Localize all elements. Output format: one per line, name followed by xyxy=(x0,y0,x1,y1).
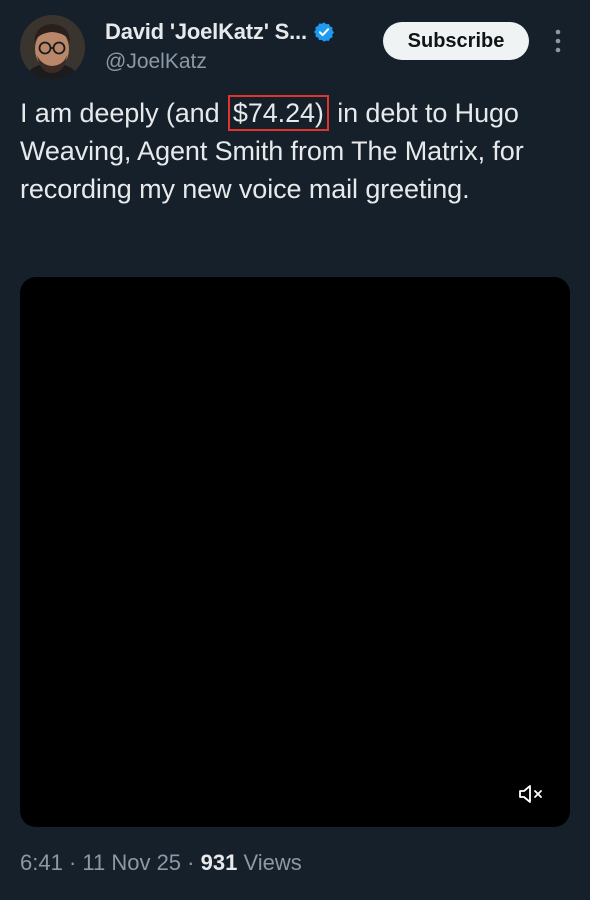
verified-badge-icon xyxy=(313,22,334,42)
tweet-header: David 'JoelKatz' S... @JoelKatz Subscrib… xyxy=(20,15,570,81)
tweet-date[interactable]: 11 Nov 25 xyxy=(82,850,181,875)
author-info: David 'JoelKatz' S... @JoelKatz xyxy=(105,17,375,74)
highlighted-amount: $74.24) xyxy=(227,95,329,131)
display-name-row: David 'JoelKatz' S... xyxy=(105,17,375,47)
views-count[interactable]: 931 xyxy=(201,850,238,875)
tweet-detail: David 'JoelKatz' S... @JoelKatz Subscrib… xyxy=(0,0,590,900)
profile-photo xyxy=(20,15,85,80)
display-name[interactable]: David 'JoelKatz' S... xyxy=(105,19,307,45)
views-label: Views xyxy=(237,850,302,875)
subscribe-button[interactable]: Subscribe xyxy=(383,22,529,60)
tweet-text-part: I am deeply (and xyxy=(20,98,227,128)
video-player[interactable] xyxy=(20,277,570,827)
more-options-icon[interactable] xyxy=(550,27,566,55)
muted-speaker-icon[interactable] xyxy=(518,783,544,805)
tweet-meta: 6:41 · 11 Nov 25 · 931 Views xyxy=(20,850,302,876)
avatar[interactable] xyxy=(20,15,85,80)
tweet-text: I am deeply (and $74.24) in debt to Hugo… xyxy=(20,94,570,208)
separator: · xyxy=(62,850,83,875)
tweet-time[interactable]: 6:41 xyxy=(20,850,63,875)
user-handle[interactable]: @JoelKatz xyxy=(105,50,375,74)
separator: · xyxy=(181,850,201,875)
